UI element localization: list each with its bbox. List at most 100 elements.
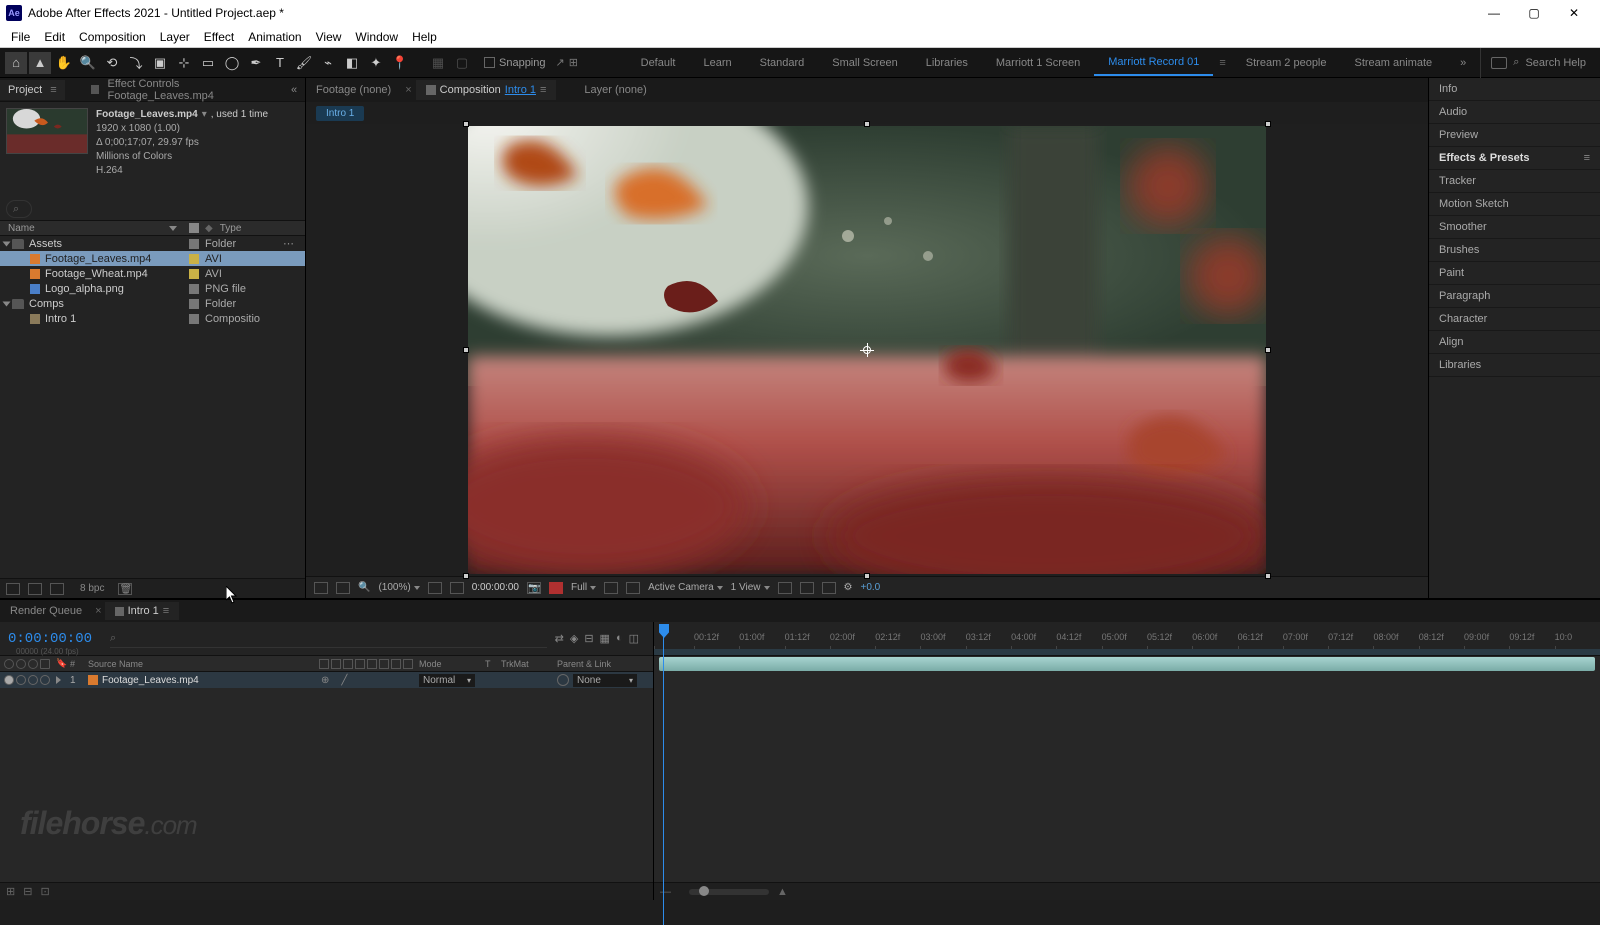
project-row[interactable]: AssetsFolder⋯ bbox=[0, 236, 305, 251]
timeline-empty-area[interactable]: filehorse.com bbox=[0, 688, 653, 882]
tab-project[interactable]: Project≡ bbox=[0, 80, 65, 100]
zoom-in-icon[interactable]: ▲ bbox=[777, 886, 788, 898]
workspace-streamanim[interactable]: Stream animate bbox=[1341, 51, 1447, 75]
workspace-learn[interactable]: Learn bbox=[689, 51, 745, 75]
roi-icon[interactable] bbox=[450, 582, 464, 594]
zoom-tool[interactable]: 🔍 bbox=[77, 52, 99, 74]
menu-edit[interactable]: Edit bbox=[37, 28, 72, 46]
menu-composition[interactable]: Composition bbox=[72, 28, 153, 46]
label-swatch[interactable] bbox=[189, 314, 199, 324]
tab-composition-viewer[interactable]: Composition Intro 1 ≡ bbox=[416, 80, 557, 100]
workspace-marriott1[interactable]: Marriott 1 Screen bbox=[982, 51, 1094, 75]
project-item-list[interactable]: AssetsFolder⋯Footage_Leaves.mp4AVIFootag… bbox=[0, 236, 305, 578]
composition-viewer[interactable] bbox=[306, 124, 1428, 576]
panel-menu-icon[interactable]: ≡ bbox=[1584, 152, 1590, 164]
composition-canvas[interactable] bbox=[468, 126, 1266, 574]
roto-tool[interactable]: ✦ bbox=[365, 52, 387, 74]
workspace-marriott-record[interactable]: Marriott Record 01 bbox=[1094, 50, 1213, 76]
3d-icon[interactable] bbox=[778, 582, 792, 594]
orbit-tool[interactable]: ⟲ bbox=[101, 52, 123, 74]
panel-smoother[interactable]: Smoother bbox=[1429, 216, 1600, 239]
zoom-out-icon[interactable]: — bbox=[660, 886, 671, 898]
gear-icon[interactable]: ⚙ bbox=[844, 582, 853, 593]
col-mode[interactable]: Mode bbox=[419, 659, 485, 669]
maximize-button[interactable]: ▢ bbox=[1514, 0, 1554, 26]
layer-disclosure-icon[interactable] bbox=[56, 676, 61, 684]
panel-libraries[interactable]: Libraries bbox=[1429, 354, 1600, 377]
resolution-icon[interactable] bbox=[428, 582, 442, 594]
shape-ellipse-tool[interactable]: ◯ bbox=[221, 52, 243, 74]
panel-tracker[interactable]: Tracker bbox=[1429, 170, 1600, 193]
draft3d-icon[interactable] bbox=[822, 582, 836, 594]
label-swatch[interactable] bbox=[189, 299, 199, 309]
label-swatch[interactable] bbox=[189, 254, 199, 264]
panel-character[interactable]: Character bbox=[1429, 308, 1600, 331]
new-comp-icon[interactable] bbox=[50, 583, 64, 595]
eraser-tool[interactable]: ◧ bbox=[341, 52, 363, 74]
bpc-toggle[interactable]: 8 bpc bbox=[80, 583, 104, 594]
project-row[interactable]: Footage_Wheat.mp4AVI bbox=[0, 266, 305, 281]
col-source-name[interactable]: Source Name bbox=[84, 659, 313, 669]
col-type[interactable]: Type bbox=[220, 223, 242, 234]
interpret-footage-icon[interactable] bbox=[6, 583, 20, 595]
anchor-point-icon[interactable] bbox=[860, 343, 874, 357]
keyboard-icon[interactable] bbox=[1491, 57, 1507, 69]
workspace-stream2[interactable]: Stream 2 people bbox=[1232, 51, 1341, 75]
tab-footage-viewer[interactable]: Footage (none) bbox=[306, 80, 401, 100]
new-folder-icon[interactable] bbox=[28, 583, 42, 595]
always-preview-icon[interactable] bbox=[314, 582, 328, 594]
tab-layer-viewer[interactable]: Layer (none) bbox=[574, 80, 656, 100]
panel-overflow-icon[interactable]: » bbox=[283, 84, 305, 96]
fast-previews-icon[interactable] bbox=[604, 582, 618, 594]
toggle-in-out-icon[interactable]: ⊡ bbox=[40, 885, 49, 898]
fill-swatch[interactable]: ▦ bbox=[427, 52, 449, 74]
zoom-dropdown[interactable]: (100%) bbox=[378, 582, 419, 593]
renderer-icon[interactable] bbox=[800, 582, 814, 594]
panel-audio[interactable]: Audio bbox=[1429, 101, 1600, 124]
hand-tool[interactable]: ✋ bbox=[53, 52, 75, 74]
workspace-overflow[interactable]: » bbox=[1446, 51, 1480, 75]
lock-icon[interactable] bbox=[426, 85, 436, 95]
project-search-input[interactable]: ⌕ bbox=[6, 200, 32, 218]
brush-tool[interactable]: 🖌 bbox=[293, 52, 315, 74]
workspace-libraries[interactable]: Libraries bbox=[912, 51, 982, 75]
puppet-tool[interactable]: 📍 bbox=[389, 52, 411, 74]
search-help-input[interactable]: Search Help bbox=[1525, 57, 1586, 69]
current-time-display[interactable]: 0:00:00:00 bbox=[472, 582, 519, 593]
layer-name[interactable]: Footage_Leaves.mp4 bbox=[102, 675, 199, 686]
project-row[interactable]: CompsFolder bbox=[0, 296, 305, 311]
grid-icon[interactable] bbox=[626, 582, 640, 594]
panel-preview[interactable]: Preview bbox=[1429, 124, 1600, 147]
resolution-dropdown[interactable]: Full bbox=[571, 582, 596, 593]
blend-mode-dropdown[interactable]: Normal▾ bbox=[419, 674, 475, 687]
time-ruler[interactable]: 00:12f01:00f01:12f02:00f02:12f03:00f03:1… bbox=[654, 622, 1600, 656]
menu-view[interactable]: View bbox=[309, 28, 349, 46]
work-area-bar[interactable] bbox=[654, 649, 1600, 655]
comp-mini-flowchart-icon[interactable]: ⇄ bbox=[555, 632, 564, 645]
timeline-current-time[interactable]: 0:00:00:00 bbox=[8, 631, 92, 647]
project-row[interactable]: Intro 1Compositio bbox=[0, 311, 305, 326]
timeline-search-input[interactable]: ⌕ bbox=[110, 630, 547, 648]
home-button[interactable]: ⌂ bbox=[5, 52, 27, 74]
draft3d-tl-icon[interactable]: ◈ bbox=[570, 632, 578, 645]
col-name[interactable]: Name bbox=[0, 223, 169, 234]
menu-file[interactable]: File bbox=[4, 28, 37, 46]
toggle-modes-icon[interactable]: ⊟ bbox=[23, 885, 32, 898]
label-swatch[interactable] bbox=[189, 284, 199, 294]
graph-editor-icon[interactable]: ◫ bbox=[629, 632, 639, 645]
menu-window[interactable]: Window bbox=[348, 28, 405, 46]
panel-brushes[interactable]: Brushes bbox=[1429, 239, 1600, 262]
views-dropdown[interactable]: 1 View bbox=[731, 582, 770, 593]
close-button[interactable]: ✕ bbox=[1554, 0, 1594, 26]
parent-dropdown[interactable]: None▾ bbox=[573, 674, 637, 687]
motion-blur-icon[interactable]: ◐ bbox=[616, 632, 623, 645]
delete-icon[interactable]: 🗑 bbox=[118, 583, 132, 595]
panel-paint[interactable]: Paint bbox=[1429, 262, 1600, 285]
camera-dropdown[interactable]: Active Camera bbox=[648, 582, 723, 593]
frame-blend-icon[interactable]: ▦ bbox=[600, 632, 610, 645]
col-label[interactable] bbox=[189, 223, 199, 233]
rotate-tool[interactable]: ⤵ bbox=[125, 52, 147, 74]
snapping-icon[interactable]: ↗ bbox=[556, 56, 565, 69]
magnification-icon[interactable]: 🔍 bbox=[358, 582, 370, 593]
tab-timeline-comp[interactable]: Intro 1≡ bbox=[105, 602, 180, 620]
